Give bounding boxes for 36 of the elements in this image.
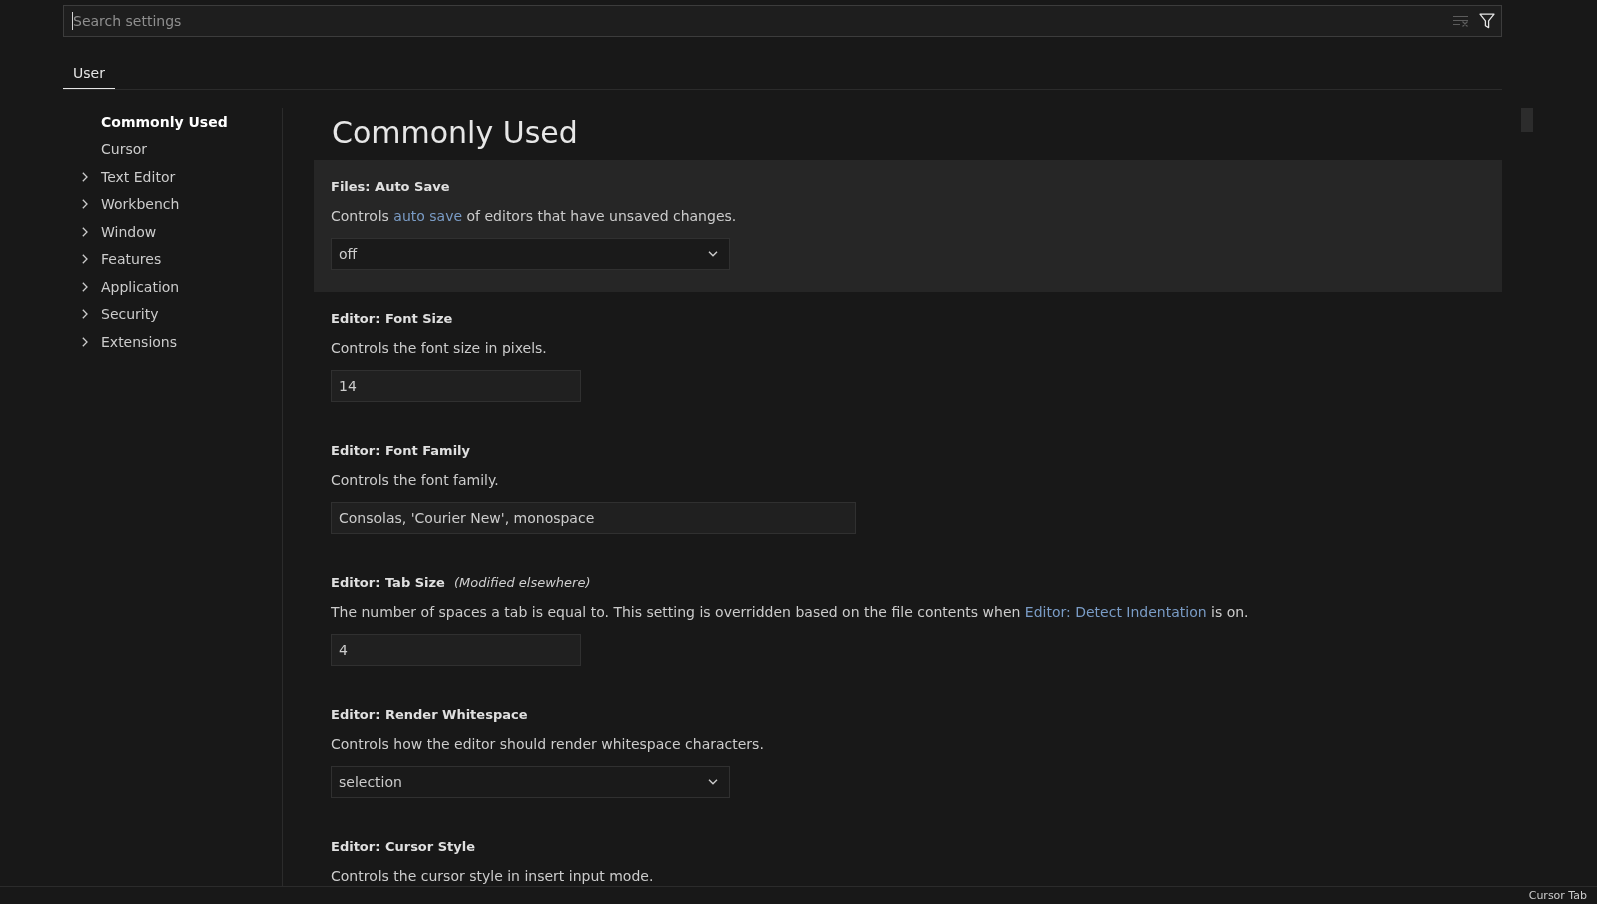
status-bar-item[interactable]: Cursor Tab xyxy=(1528,888,1587,903)
input-field[interactable]: Consolas, 'Courier New', monospace xyxy=(331,502,856,534)
tree-item[interactable]: Commonly Used xyxy=(63,108,228,136)
setting-link[interactable]: Editor: Detect Indentation xyxy=(1024,604,1207,620)
setting-title: Editor: Font Size xyxy=(331,310,453,328)
chevron-down-icon xyxy=(708,779,718,785)
search-field[interactable]: Search settings xyxy=(63,5,1502,37)
setting-description: Controls the font family. xyxy=(331,471,499,490)
dropdown[interactable]: selection xyxy=(331,766,730,798)
setting-description: Controls how the editor should render whitespace characters. xyxy=(331,735,764,754)
modified-note: (Modified elsewhere) xyxy=(453,574,591,592)
setting-title: Editor: Render Whitespace xyxy=(331,706,528,724)
section-heading: Commonly Used xyxy=(332,115,579,151)
input-field[interactable]: 14 xyxy=(331,370,581,402)
tree-item[interactable]: Application xyxy=(63,273,180,301)
setting-description: Controls the font size in pixels. xyxy=(331,339,547,358)
setting-link[interactable]: auto save xyxy=(393,208,463,224)
setting-title: Editor: Font Family xyxy=(331,442,471,460)
tree-item[interactable]: Workbench xyxy=(63,190,180,218)
setting-title: Files: Auto Save xyxy=(331,178,450,196)
setting-title: Editor: Cursor Style xyxy=(331,838,476,856)
input-field[interactable]: 4 xyxy=(331,634,581,666)
tree-item[interactable]: Features xyxy=(63,245,162,273)
setting-description: Controls auto save of editors that have unsaved changes. xyxy=(331,207,737,226)
tree-item[interactable]: Security xyxy=(63,300,159,328)
dropdown[interactable]: off xyxy=(331,238,730,270)
filter-icon[interactable] xyxy=(1479,13,1495,29)
setting-title: Editor: Tab Size xyxy=(331,574,445,592)
setting-description: Controls the cursor style in insert input mode. xyxy=(331,867,654,886)
setting-description: The number of spaces a tab is equal to. This setting is overridden based on the file contents when Editor: Detect Indentation is on. xyxy=(331,603,1249,622)
tree-item[interactable]: Extensions xyxy=(63,328,178,356)
tree-item[interactable]: Cursor xyxy=(63,135,148,163)
tab[interactable]: User xyxy=(63,57,115,89)
chevron-down-icon xyxy=(708,251,718,257)
tree-item[interactable]: Window xyxy=(63,218,157,246)
tree-item[interactable]: Text Editor xyxy=(63,163,176,191)
